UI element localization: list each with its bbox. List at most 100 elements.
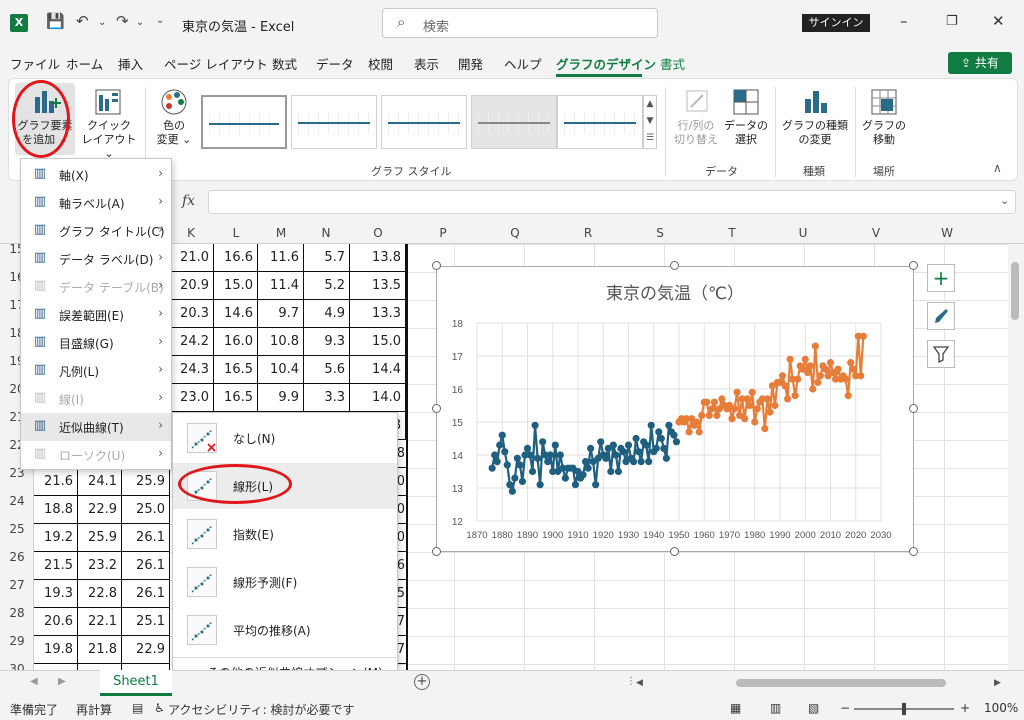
row-header[interactable]: 28: [0, 606, 34, 620]
chart-styles-brush-icon[interactable]: [927, 302, 955, 330]
sign-in-button[interactable]: サインイン: [802, 14, 870, 32]
tab-data[interactable]: データ: [316, 54, 354, 73]
col-header[interactable]: K: [176, 226, 206, 240]
data-table-menu-item[interactable]: ▥ データ テーブル(B) ›: [21, 273, 171, 301]
col-header[interactable]: Q: [500, 226, 530, 240]
table-cell[interactable]: 3.3: [304, 384, 350, 412]
tab-chart-design[interactable]: グラフのデザイン: [556, 54, 656, 73]
table-cell[interactable]: 26.1: [122, 552, 170, 580]
chart-resize-handle[interactable]: [670, 261, 679, 270]
chart-style-thumb-4[interactable]: [471, 95, 557, 149]
vertical-scroll-thumb[interactable]: [1011, 262, 1019, 320]
col-header[interactable]: T: [717, 226, 747, 240]
tab-developer[interactable]: 開発: [458, 54, 483, 73]
scroll-left-icon[interactable]: ◀: [636, 678, 643, 688]
col-header[interactable]: M: [266, 226, 296, 240]
undo-icon[interactable]: ↶: [76, 12, 89, 30]
table-cell[interactable]: 25.9: [78, 524, 122, 552]
zoom-in-icon[interactable]: +: [960, 701, 970, 715]
page-break-view-icon[interactable]: ▧: [808, 701, 819, 715]
table-cell[interactable]: 11.4: [258, 272, 304, 300]
switch-row-column-button[interactable]: 行/列の 切り替え: [671, 83, 721, 155]
table-cell[interactable]: 20.6: [34, 608, 78, 636]
table-cell[interactable]: 19.3: [34, 580, 78, 608]
col-header[interactable]: L: [221, 226, 251, 240]
tab-page-layout[interactable]: ページ レイアウト: [164, 54, 268, 73]
chart-resize-handle[interactable]: [670, 547, 679, 556]
col-header[interactable]: W: [932, 226, 962, 240]
row-header[interactable]: 26: [0, 550, 34, 564]
table-cell[interactable]: 16.5: [214, 384, 258, 412]
col-header[interactable]: O: [363, 226, 393, 240]
table-cell[interactable]: 5.6: [304, 356, 350, 384]
table-cell[interactable]: 15.0: [350, 328, 406, 356]
chart-title-menu-item[interactable]: ▥ グラフ タイトル(C) ›: [21, 217, 171, 245]
error-bar-menu-item[interactable]: ▥ 誤差範囲(E) ›: [21, 301, 171, 329]
chart-style-thumb-5[interactable]: [557, 95, 643, 149]
move-chart-button[interactable]: グラフの 移動: [859, 83, 909, 155]
status-recalculate[interactable]: 再計算: [76, 701, 112, 718]
table-cell[interactable]: 25.0: [122, 496, 170, 524]
table-cell[interactable]: 14.0: [350, 384, 406, 412]
close-icon[interactable]: ✕: [992, 12, 1005, 30]
table-cell[interactable]: 5.7: [304, 244, 350, 272]
minimize-icon[interactable]: –: [900, 12, 908, 30]
prev-sheet-icon[interactable]: ◀: [30, 676, 38, 687]
row-header[interactable]: 24: [0, 494, 34, 508]
table-cell[interactable]: 21.0: [170, 244, 214, 272]
candlestick-menu-item[interactable]: ▥ ローソク(U) ›: [21, 441, 171, 469]
trendline-moving-average-item[interactable]: 平均の推移(A): [173, 607, 397, 653]
col-header[interactable]: S: [645, 226, 675, 240]
col-header[interactable]: R: [573, 226, 603, 240]
chart-style-scroll[interactable]: ▲ ▼ ☰: [643, 95, 657, 149]
table-cell[interactable]: 16.6: [214, 244, 258, 272]
change-chart-type-button[interactable]: グラフの種類 の変更: [779, 83, 851, 155]
table-cell[interactable]: 14.4: [350, 356, 406, 384]
table-cell[interactable]: 21.5: [34, 552, 78, 580]
table-cell[interactable]: 26.1: [122, 580, 170, 608]
select-data-button[interactable]: データの 選択: [721, 83, 771, 155]
normal-view-icon[interactable]: ▦: [730, 701, 741, 715]
table-cell[interactable]: 13.3: [350, 300, 406, 328]
table-cell[interactable]: 10.8: [258, 328, 304, 356]
horizontal-scroll-thumb[interactable]: [736, 679, 946, 687]
table-cell[interactable]: 11.6: [258, 244, 304, 272]
tab-review[interactable]: 校閲: [368, 54, 393, 73]
table-cell[interactable]: 25.1: [122, 608, 170, 636]
table-cell[interactable]: 10.4: [258, 356, 304, 384]
table-cell[interactable]: 13.8: [350, 244, 406, 272]
change-colors-button[interactable]: 色の 変更 ⌄: [149, 83, 199, 155]
insert-function-icon[interactable]: fx: [182, 193, 195, 209]
chart-resize-handle[interactable]: [909, 547, 918, 556]
table-cell[interactable]: 24.2: [170, 328, 214, 356]
scroll-right-icon[interactable]: ▶: [994, 678, 1001, 688]
table-cell[interactable]: 9.9: [258, 384, 304, 412]
axis-menu-item[interactable]: ▥ 軸(X) ›: [21, 161, 171, 189]
axis-label-menu-item[interactable]: ▥ 軸ラベル(A) ›: [21, 189, 171, 217]
table-cell[interactable]: 16.0: [214, 328, 258, 356]
trendline-none-item[interactable]: なし(N): [173, 415, 397, 461]
formula-input[interactable]: [208, 190, 1016, 214]
table-cell[interactable]: 22.8: [78, 580, 122, 608]
sheet-tab-sheet1[interactable]: Sheet1: [100, 670, 172, 696]
table-cell[interactable]: 5.2: [304, 272, 350, 300]
workbook-stats-icon[interactable]: ▤: [132, 701, 143, 715]
chart-elements-plus-icon[interactable]: +: [927, 264, 955, 292]
col-header[interactable]: P: [428, 226, 458, 240]
chart-resize-handle[interactable]: [432, 261, 441, 270]
legend-menu-item[interactable]: ▥ 凡例(L) ›: [21, 357, 171, 385]
table-cell[interactable]: 14.6: [214, 300, 258, 328]
table-cell[interactable]: 23.2: [78, 552, 122, 580]
table-cell[interactable]: 16.5: [214, 356, 258, 384]
table-cell[interactable]: 21.6: [34, 468, 78, 496]
col-header[interactable]: U: [788, 226, 818, 240]
accessibility-icon[interactable]: ♿: [154, 701, 165, 715]
tabs-splitter[interactable]: ⋮: [626, 676, 636, 690]
tab-insert[interactable]: 挿入: [118, 54, 143, 73]
chart-resize-handle[interactable]: [432, 404, 441, 413]
chart-style-thumb-1[interactable]: [201, 95, 287, 149]
table-cell[interactable]: 26.1: [122, 524, 170, 552]
row-header[interactable]: 29: [0, 634, 34, 648]
zoom-slider-thumb[interactable]: [902, 703, 906, 715]
chart-area[interactable]: 東京の気温（℃） 12 13 14 15 16 17 18 1870 1880 1890 1900 1…: [436, 266, 914, 552]
